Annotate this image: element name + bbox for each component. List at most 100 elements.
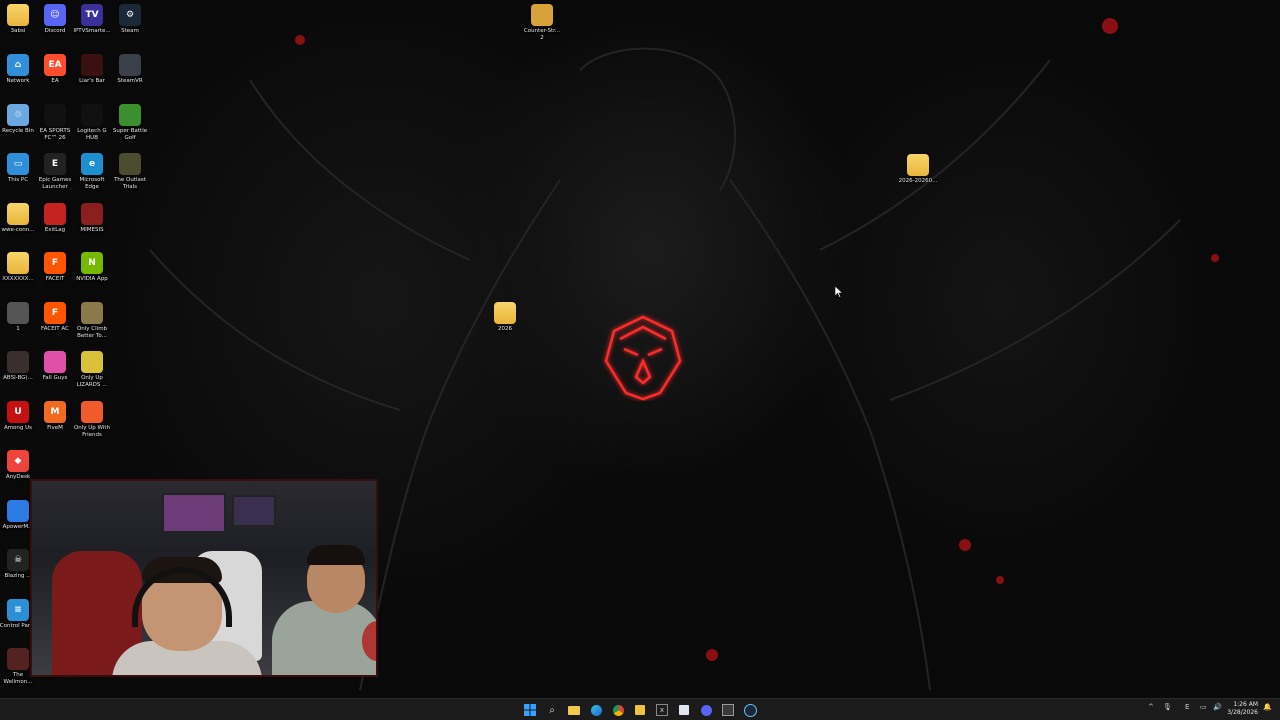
language-indicator[interactable]: E	[1185, 703, 1189, 711]
desktop-icon-label: ABSI-BG(...	[3, 375, 33, 381]
desktop-icon[interactable]: Only Climb Better To...	[74, 302, 110, 340]
desktop-icon[interactable]: MIMESIS	[74, 203, 110, 234]
desktop-icon[interactable]: 3absi	[0, 4, 36, 35]
exitlag-icon	[44, 203, 66, 225]
desktop-icon-label: FACEIT	[45, 276, 65, 282]
tray-overflow-chevron-icon[interactable]: ^	[1148, 703, 1154, 711]
file-icon	[7, 302, 29, 324]
desktop-icon[interactable]: ♲ Recycle Bin	[0, 104, 36, 135]
fivem-icon: M	[44, 401, 66, 423]
desktop-icon[interactable]: N NVIDIA App	[74, 252, 110, 283]
desktop-icon-label: Super Battle Golf	[112, 128, 148, 141]
folder-icon	[494, 302, 516, 324]
desktop-icon-label: Among Us	[3, 425, 33, 431]
outlast-icon	[119, 153, 141, 175]
chrome-icon[interactable]	[611, 703, 625, 717]
steam-icon: ⚙	[119, 4, 141, 26]
taskbar: ⌕ x ^ 🎙 E ▭ 🔊 1:26 AM 3/28/2026 🔔	[0, 698, 1280, 720]
logitech-ghub-icon	[81, 104, 103, 126]
desktop-icon-label: Only Up LIZARDS ...	[76, 375, 108, 388]
desktop-icon[interactable]: e Microsoft Edge	[74, 153, 110, 191]
faceit-ac-icon: F	[44, 302, 66, 324]
desktop-icon[interactable]: ▭ This PC	[0, 153, 36, 184]
excel-icon[interactable]: x	[655, 703, 669, 717]
desktop-icon[interactable]: 2026	[487, 302, 523, 333]
desktop-icon[interactable]: ExitLag	[37, 203, 73, 234]
apowermirror-icon	[7, 500, 29, 522]
desktop-icon[interactable]: TV IPTVSmarte...	[73, 4, 111, 35]
anydesk-icon: ◆	[7, 450, 29, 472]
only-up-friends-icon	[81, 401, 103, 423]
clock[interactable]: 1:26 AM 3/28/2026	[1227, 701, 1258, 717]
file-explorer-icon[interactable]	[567, 703, 581, 717]
desktop-icon-label: FiveM	[47, 425, 63, 431]
volume-icon[interactable]: 🔊	[1213, 703, 1222, 711]
desktop-icon-label: EA	[51, 78, 59, 84]
desktop-icon[interactable]: F FACEIT	[37, 252, 73, 283]
clock-time: 1:26 AM	[1233, 701, 1258, 708]
background-monitor	[232, 495, 276, 527]
desktop-icon-label: wwe-conn...	[1, 227, 35, 233]
desktop-icon-label: Recycle Bin	[2, 128, 34, 134]
edge-icon[interactable]	[589, 703, 603, 717]
steam-icon[interactable]	[743, 703, 757, 717]
desktop-icon[interactable]: Liar's Bar	[74, 54, 110, 85]
desktop-icon[interactable]: ⌂ Network	[0, 54, 36, 85]
search-icon[interactable]: ⌕	[545, 703, 559, 717]
desktop-icon-label: IPTVSmarte...	[73, 28, 111, 34]
desktop-icon-label: 2026-20260...	[898, 178, 938, 184]
nvidia-icon: N	[81, 252, 103, 274]
folder-icon	[7, 4, 29, 26]
desktop-icon[interactable]: 2026-20260...	[898, 154, 938, 185]
desktop-icon[interactable]: E Epic Games Launcher	[37, 153, 73, 191]
wellmon-icon	[7, 648, 29, 670]
desktop-icon[interactable]: EA SPORTS FC™ 26	[37, 104, 73, 142]
notepad-icon[interactable]	[677, 703, 691, 717]
discord-icon: ☺	[44, 4, 66, 26]
desktop-icon[interactable]: U Among Us	[0, 401, 36, 432]
counter-strike-icon	[531, 4, 553, 26]
discord-icon[interactable]	[699, 703, 713, 717]
microphone-icon[interactable]: 🎙	[1163, 703, 1172, 711]
liars-bar-icon	[81, 54, 103, 76]
desktop-icon[interactable]: Logitech G HUB	[74, 104, 110, 142]
desktop-icon[interactable]: Only Up LIZARDS ...	[74, 351, 110, 389]
desktop-icon[interactable]: ☺ Discord	[37, 4, 73, 35]
desktop-icon-label: Fall Guys	[42, 375, 68, 381]
windows-start-icon[interactable]	[523, 703, 537, 717]
recycle-bin-icon: ♲	[7, 104, 29, 126]
notification-icon[interactable]: 🔔	[1263, 703, 1272, 711]
ea-icon: EA	[44, 54, 66, 76]
desktop-icon[interactable]: The Outlast Trials	[112, 153, 148, 191]
desktop-icon[interactable]: SteamVR	[112, 54, 148, 85]
steamvr-icon	[119, 54, 141, 76]
desktop-icon[interactable]: Only Up With Friends	[74, 401, 110, 439]
obs-icon[interactable]	[721, 703, 735, 717]
desktop-icon[interactable]: 1	[0, 302, 36, 333]
desktop-icon[interactable]: Counter-Str... 2	[524, 4, 560, 42]
desktop[interactable]: 3absi ☺ Discord TV IPTVSmarte... ⚙ Steam Counte…	[0, 0, 1280, 698]
network-icon[interactable]: ▭	[1200, 703, 1207, 711]
this-pc-icon: ▭	[7, 153, 29, 175]
eagle-emblem-logo	[604, 315, 682, 401]
desktop-icon-label: The Outlast Trials	[114, 177, 146, 190]
desktop-icon[interactable]: XXXXXXX...	[0, 252, 36, 283]
desktop-icon[interactable]: Super Battle Golf	[112, 104, 148, 142]
desktop-icon[interactable]: M FiveM	[37, 401, 73, 432]
desktop-icon-label: Counter-Str... 2	[523, 28, 561, 41]
desktop-icon[interactable]: EA EA	[37, 54, 73, 85]
desktop-icon[interactable]: ◆ AnyDesk	[0, 450, 36, 481]
desktop-icon[interactable]: wwe-conn...	[0, 203, 36, 234]
desktop-icon-label: 3absi	[10, 28, 26, 34]
desktop-icon[interactable]: F FACEIT AC	[37, 302, 73, 333]
desktop-icon[interactable]: ABSI-BG(...	[0, 351, 36, 382]
desktop-icon[interactable]: ⚙ Steam	[112, 4, 148, 35]
desktop-icon-label: Only Climb Better To...	[76, 326, 108, 339]
desktop-icon[interactable]: Fall Guys	[37, 351, 73, 382]
network-icon: ⌂	[7, 54, 29, 76]
store-icon[interactable]	[633, 703, 647, 717]
desktop-icon-label: Discord	[44, 28, 66, 34]
desktop-icon-label: 2026	[498, 326, 512, 332]
desktop-icon-label: Logitech G HUB	[77, 128, 107, 141]
desktop-icon-label: Liar's Bar	[79, 78, 105, 84]
